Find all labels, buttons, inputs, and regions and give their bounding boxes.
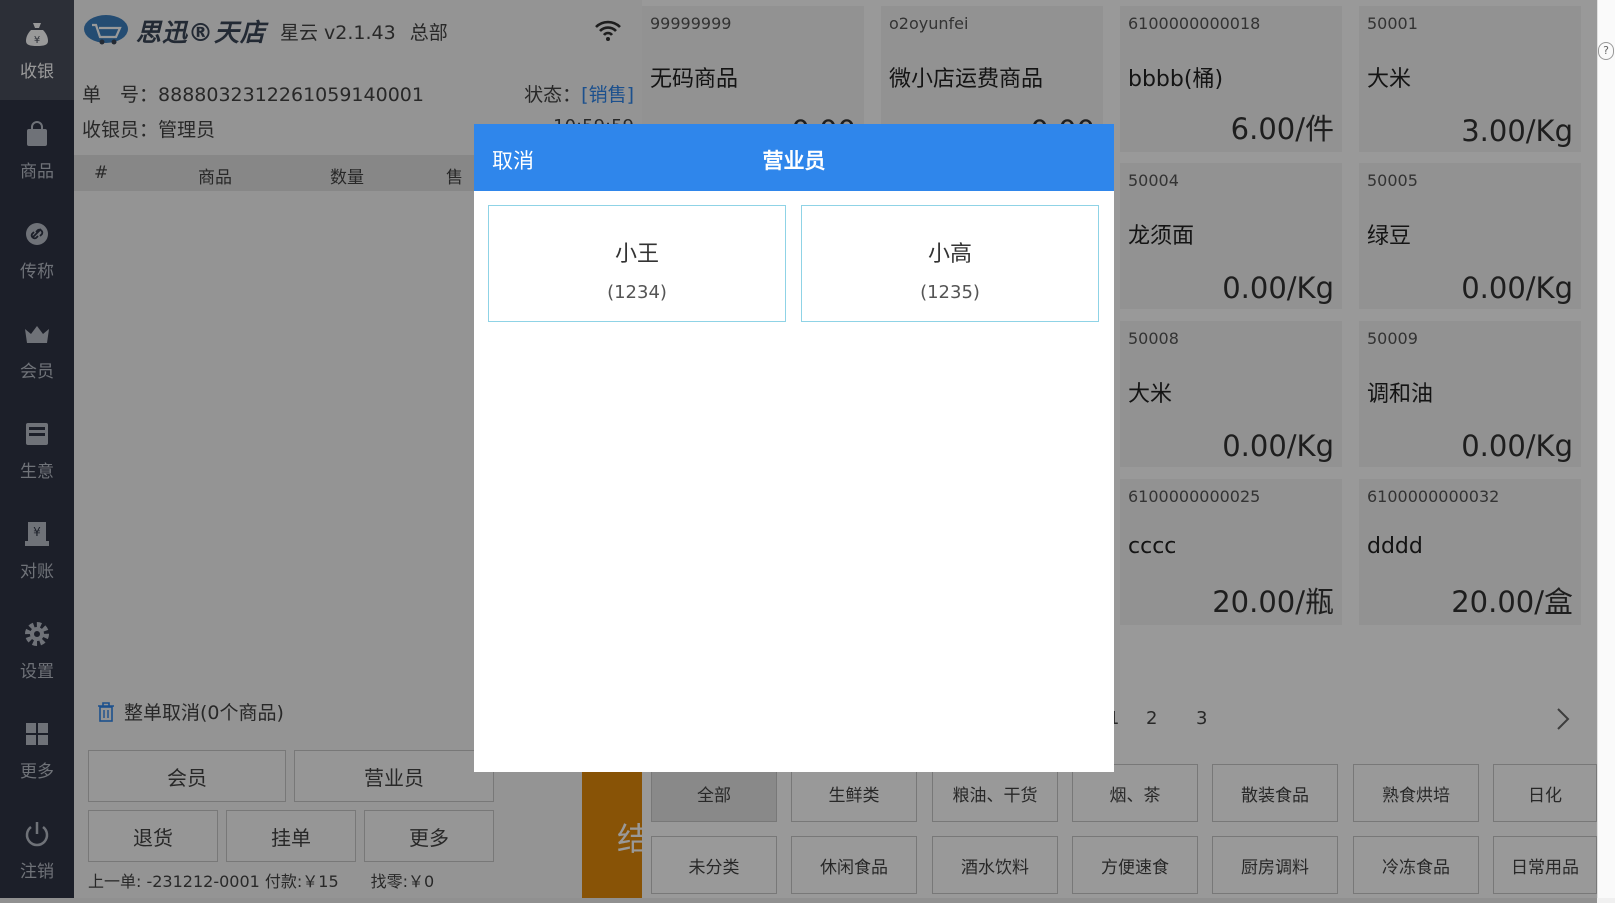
window-edge: ? (1597, 0, 1615, 903)
staff-option[interactable]: 小王 (1234) (488, 205, 786, 322)
staff-option[interactable]: 小高 (1235) (801, 205, 1099, 322)
staff-name: 小高 (927, 242, 972, 267)
staff-name: 小王 (614, 242, 659, 267)
staff-code: (1235) (920, 282, 980, 303)
staff-code: (1234) (607, 282, 667, 303)
dialog-header: 取消 营业员 (474, 124, 1114, 191)
help-icon[interactable]: ? (1598, 42, 1614, 60)
dialog-title: 营业员 (762, 149, 826, 173)
salesperson-dialog: 取消 营业员 小王 (1234) 小高 (1235) (474, 124, 1114, 772)
